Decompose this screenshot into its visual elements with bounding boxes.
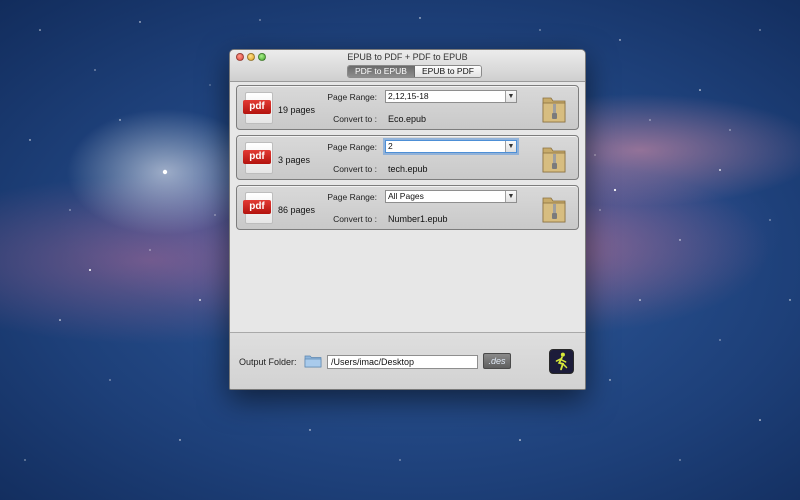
convert-to-label: Convert to :	[333, 214, 377, 224]
file-row: pdf 86 pages Page Range: All Pages ▼ Con…	[236, 185, 579, 230]
window-title: EPUB to PDF + PDF to EPUB	[347, 52, 468, 62]
output-filename[interactable]: tech.epub	[388, 164, 428, 174]
chevron-down-icon[interactable]: ▼	[505, 91, 516, 102]
title-bar: EPUB to PDF + PDF to EPUB PDF to EPUB EP…	[230, 50, 585, 82]
page-range-label: Page Range:	[327, 142, 377, 152]
pdf-file-icon: pdf	[243, 92, 273, 124]
run-convert-icon[interactable]	[549, 349, 574, 374]
output-folder-label: Output Folder:	[239, 357, 297, 367]
convert-to-label: Convert to :	[333, 164, 377, 174]
page-range-value: 2	[388, 141, 393, 151]
page-range-value: All Pages	[388, 191, 424, 201]
page-range-label: Page Range:	[327, 92, 377, 102]
zip-folder-icon[interactable]	[541, 192, 567, 224]
tab-pdf-to-epub[interactable]: PDF to EPUB	[348, 66, 415, 77]
file-row: pdf 3 pages Page Range: 2 ▼ Convert to :…	[236, 135, 579, 180]
output-filename[interactable]: Number1.epub	[388, 214, 448, 224]
folder-icon[interactable]	[304, 354, 322, 368]
output-bar: Output Folder: /Users/imac/Desktop .des	[230, 332, 585, 389]
zip-folder-icon[interactable]	[541, 92, 567, 124]
pdf-file-icon: pdf	[243, 142, 273, 174]
file-row: pdf 19 pages Page Range: 2,12,15-18 ▼ Co…	[236, 85, 579, 130]
zip-folder-icon[interactable]	[541, 142, 567, 174]
convert-to-label: Convert to :	[333, 114, 377, 124]
chevron-down-icon[interactable]: ▼	[505, 141, 516, 152]
output-filename[interactable]: Eco.epub	[388, 114, 426, 124]
page-range-combo[interactable]: 2,12,15-18 ▼	[385, 90, 517, 103]
page-range-label: Page Range:	[327, 192, 377, 202]
pdf-file-icon: pdf	[243, 192, 273, 224]
tab-epub-to-pdf[interactable]: EPUB to PDF	[414, 66, 481, 77]
chevron-down-icon[interactable]: ▼	[505, 191, 516, 202]
output-path-field[interactable]: /Users/imac/Desktop	[327, 355, 478, 369]
page-range-combo[interactable]: 2 ▼	[385, 140, 517, 153]
page-range-combo[interactable]: All Pages ▼	[385, 190, 517, 203]
mode-tabs: PDF to EPUB EPUB to PDF	[347, 65, 482, 78]
app-window: EPUB to PDF + PDF to EPUB PDF to EPUB EP…	[229, 49, 586, 390]
page-range-value: 2,12,15-18	[388, 91, 429, 101]
des-button[interactable]: .des	[483, 353, 511, 369]
